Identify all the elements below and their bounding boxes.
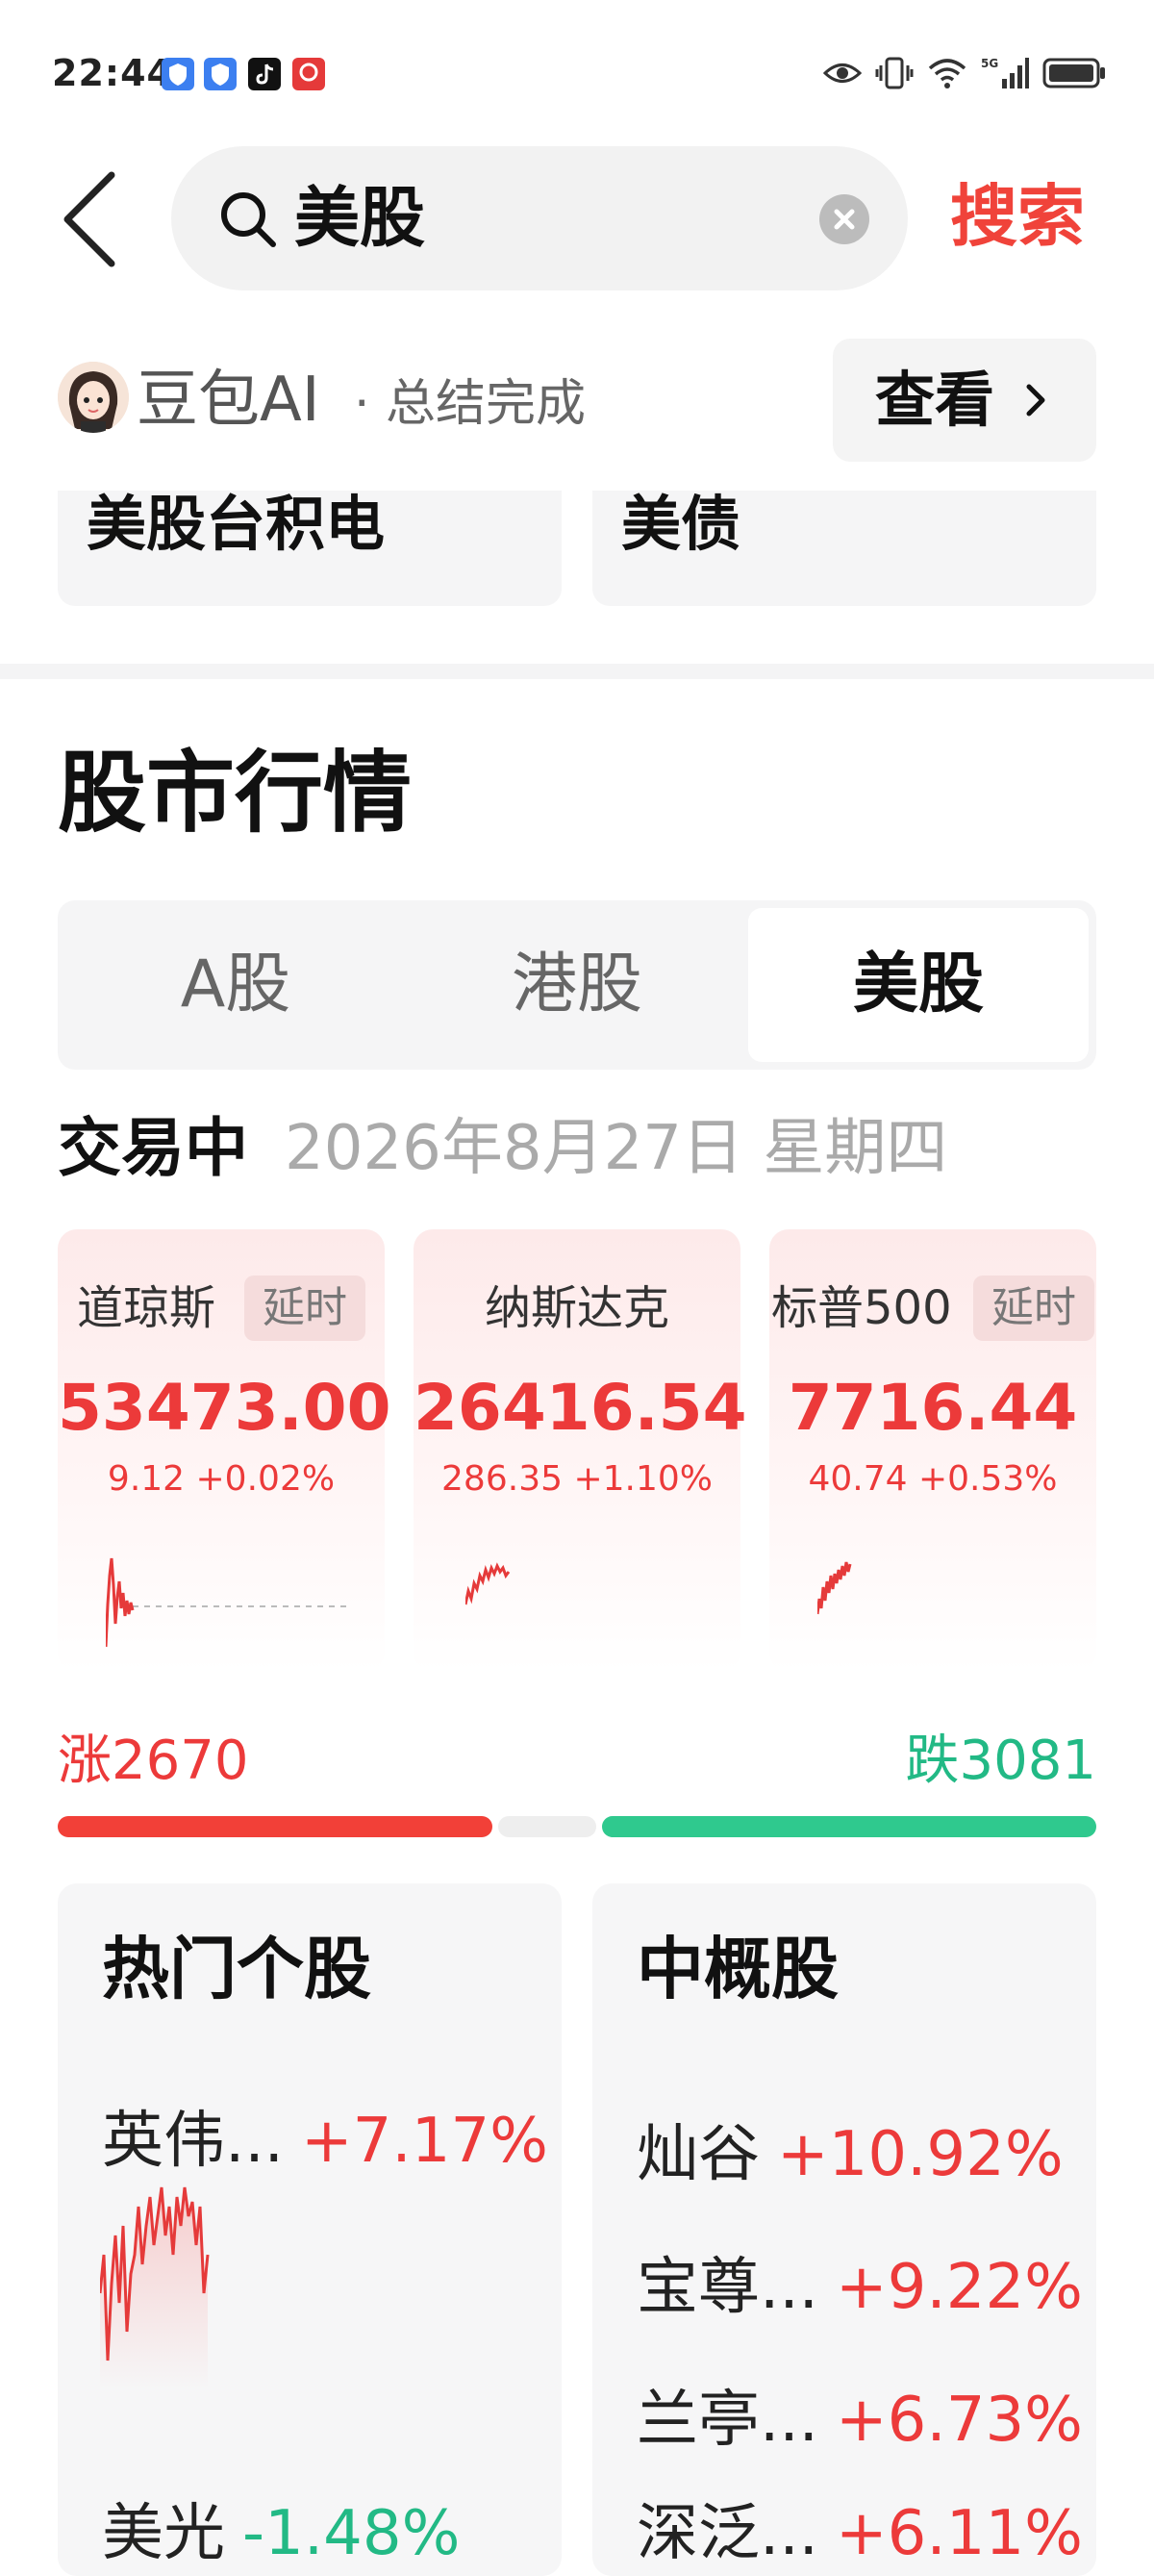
hot-stocks-card[interactable]: 热门个股 英伟... +7.17% 美光 -1.48%: [58, 1883, 562, 2576]
stock-row[interactable]: 灿谷 +10.92%: [637, 2116, 1064, 2193]
close-icon: [834, 209, 855, 230]
stock-name: 深泛...: [637, 2498, 819, 2569]
stock-pct: +7.17%: [301, 2106, 548, 2177]
vibrate-icon: [875, 57, 914, 89]
related-search-label: 美债: [621, 489, 741, 559]
ai-avatar: [58, 362, 129, 433]
back-arrow-icon: [63, 171, 115, 267]
neutral-bar: [498, 1816, 596, 1837]
stock-pct: -1.48%: [242, 2498, 461, 2569]
index-value: 26416.54: [414, 1371, 747, 1445]
ai-status: · 总结完成: [354, 375, 587, 433]
search-button[interactable]: 搜索: [950, 173, 1085, 260]
stock-name: 美光: [102, 2498, 225, 2569]
tiktok-icon: [248, 58, 281, 90]
related-search-card[interactable]: 美债: [592, 491, 1096, 606]
china-stocks-card[interactable]: 中概股 灿谷 +10.92% 宝尊... +9.22% 兰亭... +6.73% 深泛…: [592, 1883, 1096, 2576]
wifi-icon: [928, 59, 966, 88]
ai-name: 豆包AI: [137, 365, 320, 436]
chevron-right-icon: [1026, 384, 1045, 417]
trade-date: 2026年8月27日 星期四: [285, 1113, 948, 1184]
app-shield-icon: [204, 58, 237, 90]
related-search-card[interactable]: 美股台积电: [58, 491, 562, 606]
tab-a-share[interactable]: A股: [65, 908, 406, 1062]
status-time: 22:44: [52, 52, 173, 94]
tab-us-stock[interactable]: 美股: [748, 908, 1089, 1062]
back-button[interactable]: [60, 171, 117, 267]
eye-icon: [823, 63, 862, 83]
delay-tag: 延时: [973, 1275, 1094, 1341]
status-indicators: 5G: [823, 54, 1106, 92]
rise-count: 涨2670: [58, 1730, 249, 1792]
fall-bar: [602, 1816, 1096, 1837]
index-sparkline: [106, 1557, 346, 1648]
index-change: 286.35 +1.10%: [441, 1459, 713, 1499]
view-label: 查看: [875, 365, 995, 435]
index-sparkline: [817, 1561, 852, 1615]
stock-name: 兰亭...: [637, 2385, 819, 2456]
search-icon: [221, 192, 276, 247]
market-tabs: A股 港股 美股: [58, 900, 1096, 1070]
svg-text:5G: 5G: [981, 57, 998, 70]
status-bar: 22:44 5G: [0, 0, 1154, 144]
fall-count: 跌3081: [905, 1730, 1096, 1792]
index-card-dow[interactable]: 道琼斯 延时 53473.00 9.12 +0.02%: [58, 1229, 391, 1672]
app-badge-icon: [292, 58, 325, 90]
search-input[interactable]: 美股: [171, 146, 908, 290]
tab-hk-stock[interactable]: 港股: [407, 908, 747, 1062]
search-query-text: 美股: [294, 181, 426, 257]
stock-pct: +10.92%: [777, 2119, 1064, 2190]
index-value: 7716.44: [788, 1371, 1078, 1445]
stock-name: 宝尊...: [637, 2252, 819, 2323]
index-sparkline: [465, 1562, 511, 1605]
stock-name: 英伟...: [102, 2106, 285, 2177]
card-title: 热门个股: [102, 1930, 371, 2008]
card-title: 中概股: [637, 1930, 839, 2008]
index-card-nasdaq[interactable]: 纳斯达克 26416.54 286.35 +1.10%: [414, 1229, 747, 1672]
rise-bar: [58, 1816, 492, 1837]
related-search-label: 美股台积电: [87, 489, 386, 559]
index-name: 纳斯达克: [484, 1281, 669, 1335]
stock-row[interactable]: 深泛... +6.11%: [637, 2495, 1083, 2572]
stock-name: 灿谷: [637, 2119, 760, 2190]
stock-row[interactable]: 兰亭... +6.73%: [637, 2382, 1083, 2459]
stock-sparkline: [100, 2186, 210, 2389]
stock-pct: +6.73%: [836, 2385, 1083, 2456]
stock-pct: +9.22%: [836, 2252, 1083, 2323]
index-card-sp500[interactable]: 标普500 延时 7716.44 40.74 +0.53%: [769, 1229, 1096, 1672]
clear-button[interactable]: [819, 194, 869, 244]
section-divider: [0, 664, 1154, 679]
index-name: 标普500: [771, 1281, 952, 1335]
index-change: 9.12 +0.02%: [107, 1459, 336, 1499]
trade-status: 交易中: [58, 1111, 248, 1185]
view-summary-button[interactable]: 查看: [833, 339, 1096, 462]
battery-icon: [1042, 58, 1105, 88]
section-title: 股市行情: [58, 742, 413, 845]
stock-pct: +6.11%: [836, 2498, 1083, 2569]
stock-row[interactable]: 美光 -1.48%: [102, 2495, 460, 2572]
index-name: 道琼斯: [77, 1281, 216, 1335]
signal-5g-icon: 5G: [981, 57, 1029, 88]
stock-row[interactable]: 宝尊... +9.22%: [637, 2249, 1083, 2326]
app-shield-icon: [162, 58, 194, 90]
index-change: 40.74 +0.53%: [808, 1459, 1058, 1499]
delay-tag: 延时: [244, 1275, 365, 1341]
index-value: 53473.00: [58, 1371, 391, 1445]
